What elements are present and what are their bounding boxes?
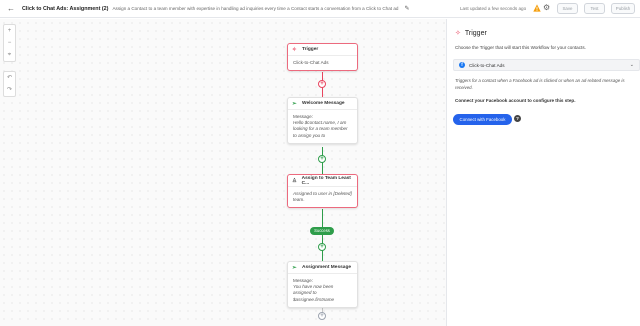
trigger-select[interactable]: f Click-to-Chat Ads ⌄ (453, 59, 640, 71)
add-step-plus-icon[interactable]: + (318, 155, 326, 163)
assign-team-node[interactable]: ♙ Assign to Team Least C... Assigned to u… (287, 174, 358, 209)
back-arrow-icon[interactable]: ← (4, 4, 18, 13)
success-badge: Success (310, 227, 334, 235)
chevron-down-icon: ⌄ (629, 62, 634, 68)
test-button[interactable]: Test (584, 3, 605, 14)
history-toolbar: ↶ ↷ (3, 71, 16, 97)
workflow-description: Assign a Contact to a team member with e… (112, 6, 399, 11)
connect-facebook-button[interactable]: Connect with Facebook (453, 114, 512, 125)
assign-line-2: team. (293, 197, 305, 203)
welcome-message-node[interactable]: ➢ Welcome Message Message: Hello $contact… (287, 97, 358, 144)
warning-icon[interactable] (533, 4, 541, 12)
trigger-description: Triggers for a contact when a Facebook a… (455, 78, 625, 90)
message-text: You have now been assigned to $assignee.… (293, 284, 335, 302)
zoom-out-icon[interactable]: − (8, 37, 12, 49)
last-updated-text: Last updated a few seconds ago (460, 6, 527, 11)
trigger-settings-panel: ✧ Trigger Choose the Trigger that will s… (446, 19, 640, 326)
node-title: Trigger (302, 47, 319, 52)
connector-line (322, 209, 323, 261)
assign-line-1: Assigned to user in [Deleted] (293, 191, 352, 196)
add-step-plus-icon[interactable]: + (318, 312, 326, 320)
send-message-icon: ➢ (292, 100, 297, 107)
send-message-icon: ➢ (292, 264, 297, 271)
help-question-icon[interactable]: ? (514, 115, 521, 122)
settings-gear-icon[interactable]: ⚙ (543, 3, 550, 12)
trigger-node[interactable]: ✧ Trigger Click-to-Chat Ads (287, 43, 358, 72)
trigger-sparkle-icon: ✧ (292, 46, 297, 53)
node-body: Click-to-Chat Ads (293, 60, 329, 65)
undo-icon[interactable]: ↶ (7, 72, 12, 84)
fit-view-icon[interactable]: ⌖ (8, 49, 11, 61)
save-button[interactable]: Save (557, 3, 578, 14)
add-step-plus-icon[interactable]: + (318, 80, 326, 88)
publish-button[interactable]: Publish (611, 3, 635, 14)
redo-icon[interactable]: ↷ (7, 84, 12, 96)
connect-facebook-text: Connect your Facebook account to configu… (455, 98, 576, 103)
zoom-in-icon[interactable]: + (8, 25, 12, 37)
panel-subtitle: Choose the Trigger that will start this … (455, 45, 586, 50)
node-title: Welcome Message (302, 101, 345, 106)
workflow-title: Click to Chat Ads: Assignment (2) (22, 5, 109, 12)
edit-pencil-icon[interactable]: ✎ (404, 5, 409, 12)
add-step-plus-icon[interactable]: + (318, 243, 326, 251)
person-icon: ♙ (292, 177, 297, 184)
facebook-icon: f (459, 62, 465, 68)
assignment-message-node[interactable]: ➢ Assignment Message Message: You have no… (287, 261, 358, 308)
message-text: Hello $contact.name, I am looking for a … (293, 120, 348, 138)
workflow-canvas[interactable]: + − ⌖ ↶ ↷ (0, 19, 446, 326)
zoom-toolbar: + − ⌖ (3, 24, 16, 62)
trigger-sparkle-icon: ✧ (455, 30, 461, 37)
panel-title: ✧ Trigger (455, 29, 487, 38)
node-title: Assign to Team Least C... (301, 175, 351, 186)
node-title: Assignment Message (302, 265, 352, 270)
trigger-select-value: Click-to-Chat Ads (469, 62, 505, 68)
panel-title-text: Trigger (464, 29, 487, 37)
